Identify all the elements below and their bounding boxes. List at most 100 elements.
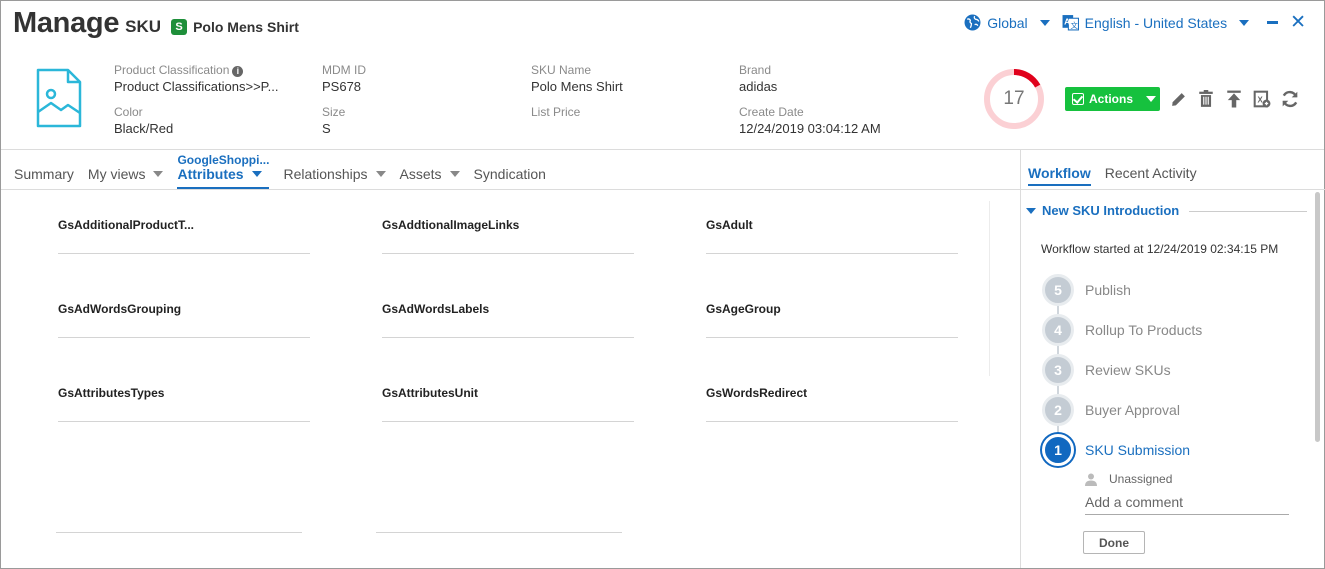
field-input-line[interactable] (58, 421, 310, 422)
image-placeholder-icon (36, 68, 82, 128)
checkbox-icon (1072, 93, 1084, 105)
field-input-line[interactable] (376, 532, 622, 533)
tab-sublabel: GoogleShoppi... (177, 153, 270, 167)
completeness-score[interactable]: 17 (983, 68, 1045, 130)
scope-selector[interactable]: Global (964, 14, 1050, 31)
locale-selector[interactable]: A 文 English - United States (1062, 14, 1250, 31)
attribute-field[interactable]: GsAdditionalProductT... (58, 218, 310, 254)
chevron-down-icon (1039, 19, 1050, 26)
attribute-field[interactable]: GsAttributesUnit (382, 386, 634, 422)
step-number: 3 (1042, 354, 1074, 386)
workflow-title-rule (1189, 211, 1307, 212)
delete-icon[interactable] (1197, 89, 1215, 109)
attribute-field[interactable]: GsAdWordsGrouping (58, 302, 310, 338)
step-connector (1057, 426, 1059, 434)
field-label: GsAdWordsGrouping (58, 302, 182, 316)
tab-label: My views (87, 166, 146, 182)
attr-label: List Price (531, 105, 581, 119)
comment-input[interactable]: Add a comment (1085, 494, 1289, 515)
done-button[interactable]: Done (1083, 531, 1145, 554)
field-label: GsAdditionalProductT... (58, 218, 195, 232)
panel-tabs: Workflow Recent Activity (1028, 165, 1197, 186)
field-label: GsAdWordsLabels (382, 302, 490, 316)
attribute-field[interactable]: GsAddtionalImageLinks (382, 218, 634, 254)
attr-value: Polo Mens Shirt (531, 79, 623, 94)
attribute-field[interactable]: GsAttributesTypes (58, 386, 310, 422)
workflow-name: New SKU Introduction (1042, 203, 1180, 218)
tab-relationships[interactable]: Relationships (283, 166, 386, 189)
attr-label: MDM ID (322, 63, 366, 77)
tab-label: Assets (399, 166, 442, 182)
chevron-down-icon (153, 171, 164, 177)
edit-icon[interactable] (1169, 89, 1187, 109)
attribute-field[interactable]: GsWordsRedirect (706, 386, 958, 422)
step-connector (1057, 346, 1059, 354)
attr-label: Size (322, 105, 346, 119)
attr-list-price: List Price (531, 105, 711, 121)
attribute-field[interactable]: GsAdult (706, 218, 958, 254)
attr-product-classification: Product Classification i Product Classifi… (114, 63, 294, 94)
tabs-divider (1, 189, 1020, 190)
tab-label: Summary (14, 166, 74, 182)
step-number: 4 (1042, 314, 1074, 346)
workflow-step[interactable]: 5 Publish (1042, 274, 1282, 306)
translate-icon: A 文 (1062, 15, 1079, 31)
field-label: GsWordsRedirect (706, 386, 808, 400)
column-divider (989, 201, 990, 376)
panel-divider (1020, 150, 1021, 568)
info-icon[interactable]: i (232, 66, 244, 77)
step-label: Buyer Approval (1085, 402, 1180, 418)
export-excel-icon[interactable]: X (1253, 89, 1271, 109)
svg-text:A: A (1064, 17, 1070, 27)
attr-sku-name: SKU Name Polo Mens Shirt (531, 63, 711, 94)
globe-icon (964, 14, 981, 31)
workflow-step[interactable]: 3 Review SKUs (1042, 354, 1282, 386)
toolbar-icons: X (1169, 89, 1299, 109)
step-number: 1 (1042, 434, 1074, 466)
attr-color: Color Black/Red (114, 105, 294, 136)
actions-button[interactable]: Actions (1065, 87, 1160, 111)
publish-icon[interactable] (1225, 89, 1243, 109)
tab-label: Attributes (177, 166, 244, 182)
field-input-line[interactable] (382, 253, 634, 254)
field-input-line[interactable] (706, 253, 958, 254)
attribute-field[interactable]: GsAgeGroup (706, 302, 958, 338)
tab-syndication[interactable]: Syndication (474, 166, 546, 189)
tab-recent-activity[interactable]: Recent Activity (1105, 165, 1197, 186)
header-controls: Global A 文 English - United States ✕ (964, 13, 1306, 32)
attribute-field[interactable]: GsAdWordsLabels (382, 302, 634, 338)
field-input-line[interactable] (706, 337, 958, 338)
scope-label: Global (987, 14, 1028, 31)
minimize-icon[interactable] (1267, 21, 1279, 24)
workflow-step-current[interactable]: 1 SKU Submission (1042, 434, 1282, 466)
workflow-step[interactable]: 4 Rollup To Products (1042, 314, 1282, 346)
tab-assets[interactable]: Assets (400, 166, 460, 189)
header-divider (1, 149, 1324, 150)
tab-my-views[interactable]: My views (88, 166, 164, 189)
panel-scrollbar[interactable] (1315, 192, 1320, 442)
field-input-line[interactable] (706, 421, 958, 422)
chevron-down-icon (449, 171, 460, 177)
assignee[interactable]: Unassigned (1085, 472, 1172, 486)
field-input-line[interactable] (56, 532, 302, 533)
tab-workflow[interactable]: Workflow (1028, 165, 1091, 186)
workflow-header[interactable]: New SKU Introduction (1026, 203, 1179, 218)
collapse-icon (1026, 207, 1036, 214)
svg-text:文: 文 (1070, 20, 1078, 30)
attr-mdm-id: MDM ID PS678 (322, 63, 502, 94)
chevron-down-icon (251, 171, 262, 177)
field-input-line[interactable] (382, 337, 634, 338)
field-label: GsAddtionalImageLinks (382, 218, 520, 232)
tab-summary[interactable]: Summary (14, 166, 74, 189)
attr-value: adidas (739, 79, 778, 94)
entity-type-badge: S (171, 19, 188, 35)
field-input-line[interactable] (58, 337, 310, 338)
tab-attributes[interactable]: GoogleShoppi... Attributes (177, 153, 270, 189)
chevron-down-icon (1146, 96, 1157, 102)
field-input-line[interactable] (58, 253, 310, 254)
workflow-step[interactable]: 2 Buyer Approval (1042, 394, 1282, 426)
refresh-icon[interactable] (1281, 89, 1299, 109)
assignee-label: Unassigned (1109, 472, 1173, 486)
field-input-line[interactable] (382, 421, 634, 422)
close-icon[interactable]: ✕ (1290, 13, 1306, 32)
